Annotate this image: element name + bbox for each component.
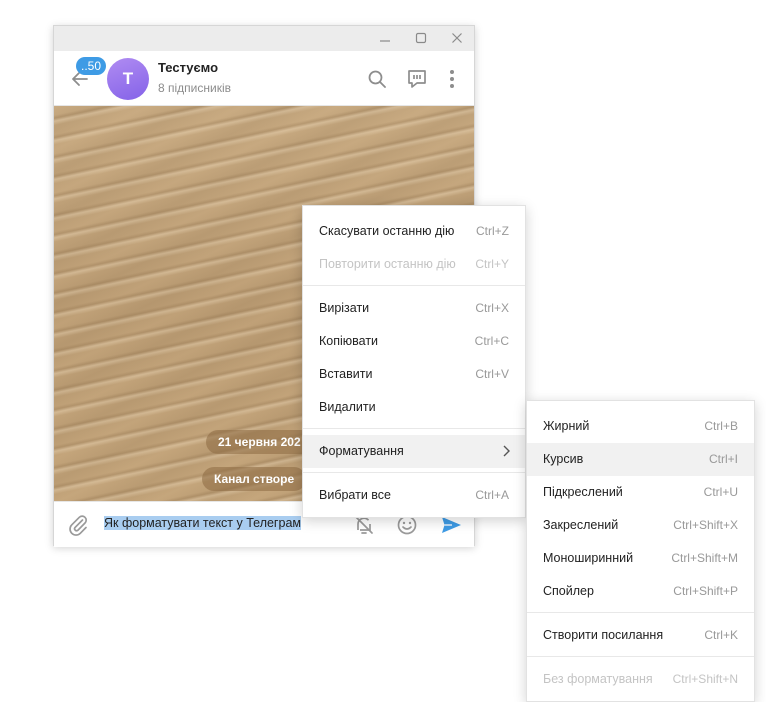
title-bar xyxy=(54,26,474,51)
menu-item-shortcut: Ctrl+C xyxy=(474,334,509,348)
submenu-item-bold[interactable]: Жирний Ctrl+B xyxy=(527,410,754,443)
selected-text: Як форматувати текст у Телеграм xyxy=(104,516,301,530)
menu-item-shortcut: Ctrl+Y xyxy=(475,257,509,271)
menu-item-shortcut: Ctrl+U xyxy=(703,485,738,499)
attach-icon[interactable] xyxy=(66,513,90,537)
close-icon[interactable] xyxy=(446,28,468,48)
chat-title[interactable]: Тестуємо xyxy=(158,60,218,75)
menu-separator xyxy=(303,472,525,473)
menu-item-delete[interactable]: Видалити xyxy=(303,391,525,424)
chat-header: ..50 Т Тестуємо 8 підписників xyxy=(54,51,474,106)
menu-item-cut[interactable]: Вирізати Ctrl+X xyxy=(303,292,525,325)
formatting-submenu: Жирний Ctrl+B Курсив Ctrl+I Підкреслений… xyxy=(526,400,755,702)
menu-item-redo: Повторити останню дію Ctrl+Y xyxy=(303,248,525,281)
menu-item-label: Вирізати xyxy=(319,301,370,315)
more-icon[interactable] xyxy=(440,67,464,91)
menu-item-label: Без форматування xyxy=(543,672,653,686)
menu-item-label: Жирний xyxy=(543,419,590,433)
chevron-right-icon xyxy=(499,443,513,459)
menu-item-label: Підкреслений xyxy=(543,485,623,499)
menu-item-label: Моноширинний xyxy=(543,551,634,565)
page: ..50 Т Тестуємо 8 підписників 21 червня … xyxy=(0,0,766,702)
menu-item-shortcut: Ctrl+X xyxy=(475,301,509,315)
menu-separator xyxy=(303,428,525,429)
menu-item-shortcut: Ctrl+I xyxy=(708,452,738,466)
menu-item-copy[interactable]: Копіювати Ctrl+C xyxy=(303,325,525,358)
message-input[interactable]: Як форматувати текст у Телеграм xyxy=(104,516,301,530)
menu-item-shortcut: Ctrl+K xyxy=(704,628,738,642)
menu-item-label: Копіювати xyxy=(319,334,379,348)
menu-separator xyxy=(303,285,525,286)
service-message: Канал створе xyxy=(202,467,307,491)
menu-item-label: Закреслений xyxy=(543,518,619,532)
submenu-item-clear-formatting: Без форматування Ctrl+Shift+N xyxy=(527,663,754,696)
submenu-item-create-link[interactable]: Створити посилання Ctrl+K xyxy=(527,619,754,652)
menu-item-select-all[interactable]: Вибрати все Ctrl+A xyxy=(303,479,525,512)
menu-item-shortcut: Ctrl+Shift+X xyxy=(673,518,738,532)
search-icon[interactable] xyxy=(365,67,389,91)
menu-item-label: Курсив xyxy=(543,452,584,466)
menu-item-label: Вставити xyxy=(319,367,373,381)
menu-item-label: Повторити останню дію xyxy=(319,257,456,271)
menu-item-shortcut: Ctrl+V xyxy=(475,367,509,381)
menu-item-shortcut: Ctrl+B xyxy=(704,419,738,433)
menu-item-label: Створити посилання xyxy=(543,628,664,642)
submenu-item-strikethrough[interactable]: Закреслений Ctrl+Shift+X xyxy=(527,509,754,542)
menu-item-shortcut: Ctrl+Shift+P xyxy=(673,584,738,598)
menu-item-label: Форматування xyxy=(319,444,404,458)
unread-badge: ..50 xyxy=(76,57,107,75)
menu-item-shortcut: Ctrl+Shift+N xyxy=(672,672,738,686)
menu-separator xyxy=(527,656,754,657)
submenu-item-spoiler[interactable]: Спойлер Ctrl+Shift+P xyxy=(527,575,754,608)
menu-separator xyxy=(527,612,754,613)
menu-item-label: Скасувати останню дію xyxy=(319,224,455,238)
menu-item-label: Вибрати все xyxy=(319,488,391,502)
menu-item-formatting[interactable]: Форматування xyxy=(303,435,525,468)
submenu-item-underline[interactable]: Підкреслений Ctrl+U xyxy=(527,476,754,509)
chat-subtitle: 8 підписників xyxy=(158,81,231,95)
menu-item-paste[interactable]: Вставити Ctrl+V xyxy=(303,358,525,391)
menu-item-shortcut: Ctrl+Z xyxy=(476,224,509,238)
date-pill: 21 червня 202 xyxy=(206,430,313,454)
menu-item-label: Спойлер xyxy=(543,584,594,598)
discussion-icon[interactable] xyxy=(405,67,429,91)
menu-item-shortcut: Ctrl+Shift+M xyxy=(671,551,738,565)
submenu-item-italic[interactable]: Курсив Ctrl+I xyxy=(527,443,754,476)
minimize-icon[interactable] xyxy=(374,28,396,48)
menu-item-shortcut: Ctrl+A xyxy=(475,488,509,502)
maximize-icon[interactable] xyxy=(410,28,432,48)
context-menu: Скасувати останню дію Ctrl+Z Повторити о… xyxy=(302,205,526,518)
channel-avatar[interactable]: Т xyxy=(107,58,149,100)
menu-item-undo[interactable]: Скасувати останню дію Ctrl+Z xyxy=(303,215,525,248)
submenu-item-monospace[interactable]: Моноширинний Ctrl+Shift+M xyxy=(527,542,754,575)
menu-item-label: Видалити xyxy=(319,400,376,414)
